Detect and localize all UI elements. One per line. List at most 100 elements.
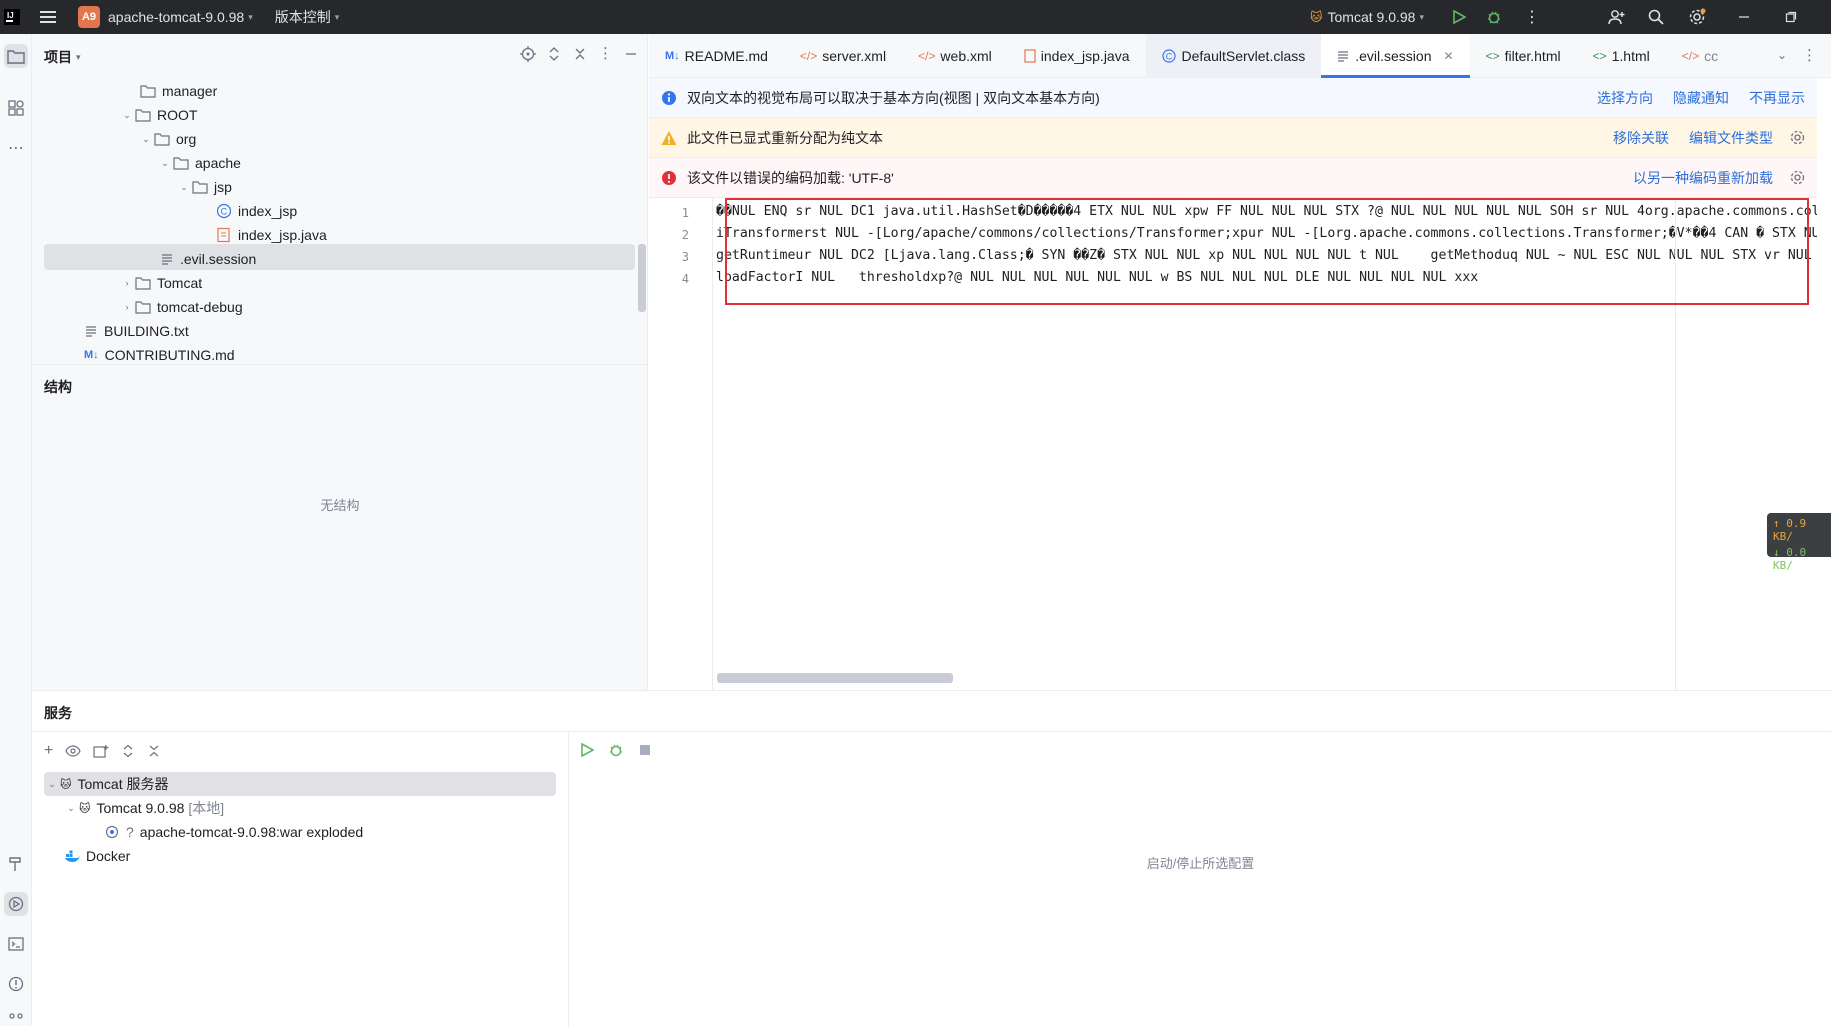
tab-label: .evil.session	[1355, 47, 1432, 64]
chevron-down-icon[interactable]: ⌄	[63, 803, 79, 814]
service-label: Docker	[86, 848, 131, 864]
terminal-tool-icon[interactable]	[4, 932, 28, 956]
tab-filter-html[interactable]: <> filter.html	[1470, 34, 1577, 78]
add-user-icon[interactable]	[1608, 0, 1626, 34]
xml-icon: </>	[1681, 48, 1700, 63]
network-speed-widget: ↑ 0.9 KB/ ↓ 0.0 KB/	[1767, 513, 1831, 572]
more-tools-icon[interactable]: ⋯	[4, 136, 28, 160]
tab-options-icon[interactable]: ⋮	[1802, 46, 1817, 64]
info-banner-text: 双向文本的视觉布局可以取决于基本方向(视图 | 双向文本基本方向)	[687, 89, 1100, 106]
tree-item-index-jsp-java[interactable]: index_jsp.java	[216, 223, 327, 247]
unknown-status-icon: ?	[126, 824, 134, 840]
service-label: Tomcat 9.0.98	[96, 800, 185, 816]
chevron-down-icon[interactable]: ⌄	[157, 158, 173, 169]
project-tool-icon[interactable]	[4, 44, 28, 68]
tree-item-tomcat-debug[interactable]: › tomcat-debug	[119, 295, 243, 319]
collapse-all-icon[interactable]	[147, 744, 161, 758]
collapse-all-icon[interactable]	[572, 46, 588, 62]
hide-notification-link[interactable]: 隐藏通知	[1673, 88, 1729, 108]
warning-banner-text: 此文件已显式重新分配为纯文本	[687, 129, 883, 146]
maximize-button[interactable]	[1785, 0, 1797, 34]
tree-item-org[interactable]: ⌄ org	[138, 127, 196, 151]
svg-text:C: C	[1165, 51, 1172, 61]
tab-server-xml[interactable]: </> server.xml	[784, 34, 902, 78]
services-panel: 服务 + ⌄ 🐱 Tomcat 服务器 ⌄ 🐱 Tomcat 9.0.98 [本…	[32, 690, 1831, 1027]
structure-tool-icon[interactable]	[4, 96, 28, 120]
service-docker[interactable]: Docker	[64, 844, 130, 868]
tree-item-apache[interactable]: ⌄ apache	[157, 151, 241, 175]
tree-item-index-jsp[interactable]: C index_jsp	[216, 199, 297, 223]
tab-index-jsp-java[interactable]: index_jsp.java	[1008, 34, 1146, 78]
service-tomcat-9[interactable]: ⌄ 🐱 Tomcat 9.0.98 [本地]	[63, 796, 224, 820]
more-actions-icon[interactable]: ⋮	[1524, 0, 1540, 34]
text-file-icon	[84, 324, 98, 338]
tree-item-jsp[interactable]: ⌄ jsp	[176, 175, 232, 199]
selected-tree-row	[44, 244, 635, 270]
stop-service-button[interactable]	[638, 743, 652, 757]
docker-icon	[64, 849, 80, 863]
new-group-icon[interactable]	[93, 744, 109, 758]
tree-item-label: ROOT	[157, 107, 198, 123]
add-service-icon[interactable]: +	[44, 742, 53, 760]
expand-all-icon[interactable]	[121, 744, 135, 758]
expand-all-icon[interactable]	[546, 46, 562, 62]
choose-direction-link[interactable]: 选择方向	[1597, 88, 1653, 108]
minimize-button[interactable]	[1738, 0, 1750, 34]
html-icon: <>	[1485, 48, 1500, 63]
tree-scrollbar[interactable]	[638, 244, 646, 312]
tab-1-html[interactable]: <> 1.html	[1577, 34, 1666, 78]
problems-tool-icon[interactable]	[4, 972, 28, 996]
vcs-menu[interactable]: 版本控制 ▾	[275, 0, 340, 34]
service-war-exploded[interactable]: ? apache-tomcat-9.0.98:war exploded	[104, 820, 363, 844]
chevron-down-icon[interactable]: ⌄	[44, 779, 60, 790]
tree-item-manager[interactable]: manager	[124, 79, 217, 103]
banner-settings-gear-icon[interactable]	[1790, 130, 1805, 145]
view-icon[interactable]	[65, 744, 82, 758]
options-icon[interactable]: ⋮	[598, 46, 613, 62]
run-button[interactable]	[1452, 0, 1466, 34]
tab-defaultservlet-class[interactable]: C DefaultServlet.class	[1145, 33, 1322, 78]
tab-list-chevron-icon[interactable]: ⌄	[1777, 48, 1787, 62]
tab-web-xml[interactable]: </> web.xml	[902, 34, 1008, 78]
project-selector[interactable]: A9 apache-tomcat-9.0.98 ▾	[78, 0, 253, 34]
tab-evil-session[interactable]: .evil.session ✕	[1321, 33, 1470, 78]
chevron-down-icon: ▾	[334, 11, 340, 22]
chevron-right-icon[interactable]: ›	[119, 278, 135, 288]
search-icon[interactable]	[1648, 0, 1664, 34]
debug-button[interactable]	[1486, 0, 1502, 34]
chevron-down-icon[interactable]: ⌄	[176, 182, 192, 193]
app-logo-icon[interactable]: IJ	[4, 0, 28, 34]
tab-label: DefaultServlet.class	[1181, 47, 1306, 64]
close-tab-icon[interactable]: ✕	[1444, 49, 1454, 63]
remove-association-link[interactable]: 移除关联	[1613, 128, 1669, 148]
service-tomcat-server[interactable]: ⌄ 🐱 Tomcat 服务器	[44, 772, 168, 796]
services-panel-title: 服务	[44, 705, 72, 721]
horizontal-scrollbar[interactable]	[717, 673, 953, 683]
tab-readme-md[interactable]: M↓ README.md	[649, 34, 784, 78]
tomcat-icon: 🐱	[1310, 10, 1323, 24]
build-tool-icon[interactable]	[4, 852, 28, 876]
tree-item-label: manager	[162, 83, 218, 99]
dont-show-again-link[interactable]: 不再显示	[1749, 88, 1805, 108]
tab-cc[interactable]: </> cc	[1666, 34, 1724, 78]
banner-settings-gear-icon[interactable]	[1790, 170, 1805, 185]
run-service-button[interactable]	[580, 743, 594, 757]
chevron-down-icon[interactable]: ⌄	[119, 110, 135, 121]
edit-file-type-link[interactable]: 编辑文件类型	[1689, 128, 1773, 148]
tree-item-evil-session[interactable]: .evil.session	[160, 247, 256, 271]
services-tool-icon[interactable]	[4, 892, 28, 916]
debug-service-button[interactable]	[608, 742, 624, 758]
tree-item-tomcat[interactable]: › Tomcat	[119, 271, 203, 295]
hide-panel-icon[interactable]	[623, 46, 639, 62]
tree-item-root[interactable]: ⌄ ROOT	[119, 103, 197, 127]
reload-other-encoding-link[interactable]: 以另一种编码重新加载	[1633, 168, 1773, 188]
tree-item-building-txt[interactable]: BUILDING.txt	[84, 319, 189, 343]
git-tool-icon[interactable]	[4, 1008, 28, 1032]
main-menu-icon[interactable]	[28, 0, 68, 34]
run-config-selector[interactable]: 🐱 Tomcat 9.0.98 ▾	[1310, 0, 1424, 34]
settings-gear-icon[interactable]	[1688, 0, 1706, 34]
tab-label: 1.html	[1611, 47, 1650, 64]
locate-file-icon[interactable]	[520, 46, 536, 62]
chevron-right-icon[interactable]: ›	[119, 302, 135, 312]
chevron-down-icon[interactable]: ⌄	[138, 134, 154, 145]
